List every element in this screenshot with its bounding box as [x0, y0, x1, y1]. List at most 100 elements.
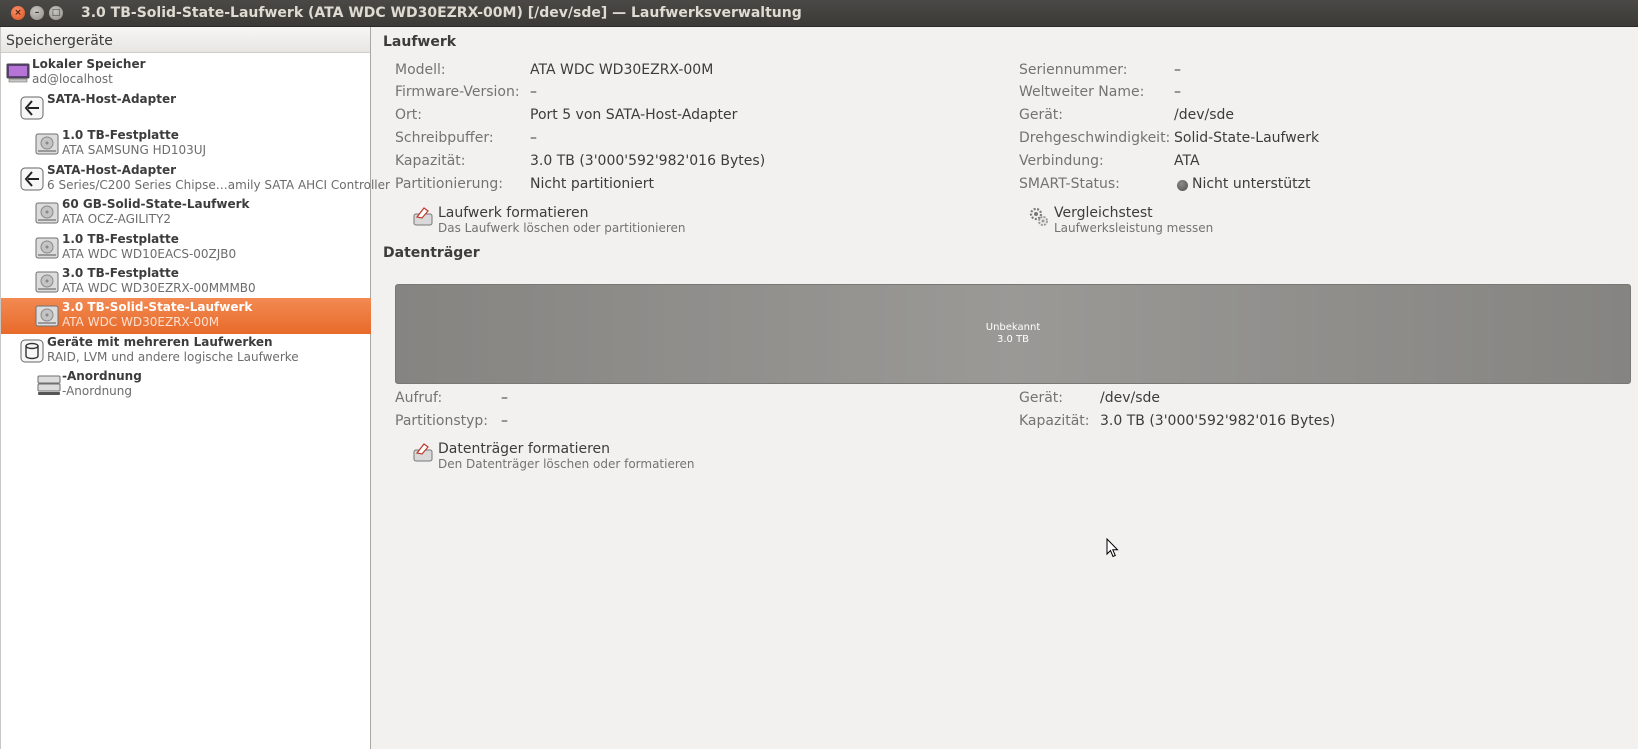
- window-maximize-button[interactable]: □: [49, 6, 63, 20]
- main-window: Speichergeräte Lokaler Speicher ad@local…: [0, 27, 1638, 749]
- tree-item-title: 3.0 TB-Festplatte: [62, 266, 179, 280]
- volume-value-capacity: 3.0 TB (3'000'592'982'016 Bytes): [1100, 413, 1336, 429]
- hard-disk-icon: [35, 305, 59, 327]
- window-title: 3.0 TB-Solid-State-Laufwerk (ATA WDC WD3…: [81, 5, 802, 21]
- benchmark-sublabel: Laufwerksleistung messen: [1054, 221, 1214, 235]
- tree-item-sata-host-adapter-2[interactable]: SATA-Host-Adapter 6 Series/C200 Series C…: [1, 161, 390, 197]
- volumes-section-title: Datenträger: [383, 245, 480, 261]
- tree-item-subtitle: ATA SAMSUNG HD103UJ: [62, 143, 207, 157]
- tree-item-subtitle: ATA WDC WD30EZRX-00M: [62, 315, 220, 329]
- volume-label-partition-type: Partitionstyp:: [395, 413, 489, 429]
- hard-disk-icon: [35, 271, 59, 293]
- window-close-button[interactable]: ×: [11, 6, 25, 20]
- tree-item-subtitle: ATA OCZ-AGILITY2: [62, 212, 171, 226]
- drive-label-smart: SMART-Status:: [1019, 176, 1120, 192]
- raid-array-icon: [37, 375, 61, 395]
- tree-item-60gb-ssd[interactable]: 60 GB-Solid-State-Laufwerk ATA OCZ-AGILI…: [1, 195, 371, 231]
- volume-name: Unbekannt: [985, 322, 1041, 333]
- tree-item-1tb-hdd-samsung[interactable]: 1.0 TB-Festplatte ATA SAMSUNG HD103UJ: [1, 126, 371, 162]
- close-icon: ×: [14, 7, 22, 18]
- drive-label-serial: Seriennummer:: [1019, 62, 1128, 78]
- drive-label-wwn: Weltweiter Name:: [1019, 84, 1145, 100]
- volume-value-device: /dev/sde: [1100, 390, 1161, 406]
- format-volume-sublabel: Den Datenträger löschen oder formatieren: [438, 457, 695, 471]
- window-minimize-button[interactable]: –: [30, 6, 44, 20]
- tree-item-title: 3.0 TB-Solid-State-Laufwerk: [62, 300, 253, 314]
- volume-label-device: Gerät:: [1019, 390, 1064, 406]
- sidebar-header: Speichergeräte: [1, 27, 370, 53]
- drive-value-smart: Nicht unterstützt: [1192, 176, 1311, 192]
- drive-value-firmware: –: [530, 84, 537, 100]
- drive-label-device: Gerät:: [1019, 107, 1064, 123]
- minimize-icon: –: [34, 7, 40, 18]
- controller-icon: [20, 167, 44, 191]
- drive-value-wwn: –: [1174, 84, 1181, 100]
- drive-label-write-cache: Schreibpuffer:: [395, 130, 494, 146]
- benchmark-button[interactable]: Vergleichstest Laufwerksleistung messen: [1028, 205, 1268, 237]
- tree-item-3tb-ssd-selected[interactable]: 3.0 TB-Solid-State-Laufwerk ATA WDC WD30…: [1, 298, 371, 334]
- tree-item-title: 1.0 TB-Festplatte: [62, 232, 179, 246]
- drive-value-connection: ATA: [1174, 153, 1200, 169]
- format-drive-sublabel: Das Laufwerk löschen oder partitionieren: [438, 221, 686, 235]
- mouse-cursor-icon: [1106, 538, 1119, 558]
- tree-item-subtitle: ATA WDC WD30EZRX-00MMMB0: [62, 281, 256, 295]
- drive-label-connection: Verbindung:: [1019, 153, 1104, 169]
- storage-devices-sidebar: Speichergeräte Lokaler Speicher ad@local…: [0, 27, 390, 749]
- tree-item-subtitle: ATA WDC WD10EACS-00ZJB0: [62, 247, 237, 261]
- tree-item-multi-disk-devices[interactable]: Geräte mit mehreren Laufwerken RAID, LVM…: [1, 333, 371, 369]
- format-volume-button[interactable]: Datenträger formatieren Den Datenträger …: [412, 441, 732, 473]
- tree-item-title: Geräte mit mehreren Laufwerken: [47, 335, 273, 349]
- drive-label-partitioning: Partitionierung:: [395, 176, 503, 192]
- tree-item-sata-host-adapter-1[interactable]: SATA-Host-Adapter: [1, 90, 371, 126]
- volume-value-partition-type: –: [501, 413, 508, 429]
- tree-item-raid-array[interactable]: -Anordnung -Anordnung: [1, 367, 371, 403]
- drive-label-firmware: Firmware-Version:: [395, 84, 520, 100]
- controller-icon: [20, 96, 44, 120]
- volume-label-usage: Aufruf:: [395, 390, 443, 406]
- volume-value-usage: –: [501, 390, 508, 406]
- drive-value-partitioning: Nicht partitioniert: [530, 176, 655, 192]
- tree-item-3tb-hdd[interactable]: 3.0 TB-Festplatte ATA WDC WD30EZRX-00MMM…: [1, 264, 371, 300]
- drive-label-rotation: Drehgeschwindigkeit:: [1019, 130, 1171, 146]
- drive-label-capacity: Kapazität:: [395, 153, 466, 169]
- benchmark-label: Vergleichstest: [1054, 205, 1153, 221]
- tree-item-subtitle: -Anordnung: [62, 384, 132, 398]
- tree-item-title: SATA-Host-Adapter: [47, 163, 177, 177]
- drive-label-model: Modell:: [395, 62, 446, 78]
- format-volume-icon: [413, 443, 433, 462]
- tree-item-subtitle: ad@localhost: [32, 72, 113, 86]
- volume-map-bar[interactable]: Unbekannt 3.0 TB: [395, 284, 1631, 384]
- maximize-icon: □: [51, 7, 61, 18]
- drive-value-model: ATA WDC WD30EZRX-00M: [530, 62, 714, 78]
- drive-value-rotation: Solid-State-Laufwerk: [1174, 130, 1320, 146]
- hard-disk-icon: [35, 202, 59, 224]
- benchmark-gears-icon: [1029, 207, 1048, 226]
- format-drive-label: Laufwerk formatieren: [438, 205, 589, 221]
- tree-item-subtitle: RAID, LVM und andere logische Laufwerke: [47, 350, 299, 364]
- smart-status-dot-icon: [1177, 180, 1188, 191]
- tree-item-title: 60 GB-Solid-State-Laufwerk: [62, 197, 250, 211]
- tree-item-1tb-hdd-wdc[interactable]: 1.0 TB-Festplatte ATA WDC WD10EACS-00ZJB…: [1, 230, 371, 266]
- details-pane: Laufwerk Modell: ATA WDC WD30EZRX-00M Fi…: [372, 27, 1636, 749]
- format-drive-button[interactable]: Laufwerk formatieren Das Laufwerk lösche…: [412, 205, 712, 237]
- drive-value-write-cache: –: [530, 130, 537, 146]
- tree-item-title: 1.0 TB-Festplatte: [62, 128, 179, 142]
- hard-disk-icon: [35, 133, 59, 155]
- drive-label-location: Ort:: [395, 107, 422, 123]
- tree-item-local-storage[interactable]: Lokaler Speicher ad@localhost: [1, 55, 371, 91]
- drive-value-serial: –: [1174, 62, 1181, 78]
- tree-item-title: Lokaler Speicher: [32, 57, 146, 71]
- drive-value-capacity: 3.0 TB (3'000'592'982'016 Bytes): [530, 153, 766, 169]
- tree-item-title: -Anordnung: [62, 369, 142, 383]
- format-drive-icon: [413, 207, 433, 226]
- hard-disk-icon: [35, 237, 59, 259]
- drive-value-device: /dev/sde: [1174, 107, 1235, 123]
- computer-icon: [6, 63, 30, 83]
- multi-disk-icon: [20, 339, 44, 363]
- title-bar: × – □ 3.0 TB-Solid-State-Laufwerk (ATA W…: [0, 0, 1638, 27]
- format-volume-label: Datenträger formatieren: [438, 441, 611, 457]
- drive-value-location: Port 5 von SATA-Host-Adapter: [530, 107, 738, 123]
- tree-item-subtitle: 6 Series/C200 Series Chipse…amily SATA A…: [47, 178, 390, 192]
- volume-size: 3.0 TB: [996, 334, 1030, 345]
- tree-item-title: SATA-Host-Adapter: [47, 92, 177, 106]
